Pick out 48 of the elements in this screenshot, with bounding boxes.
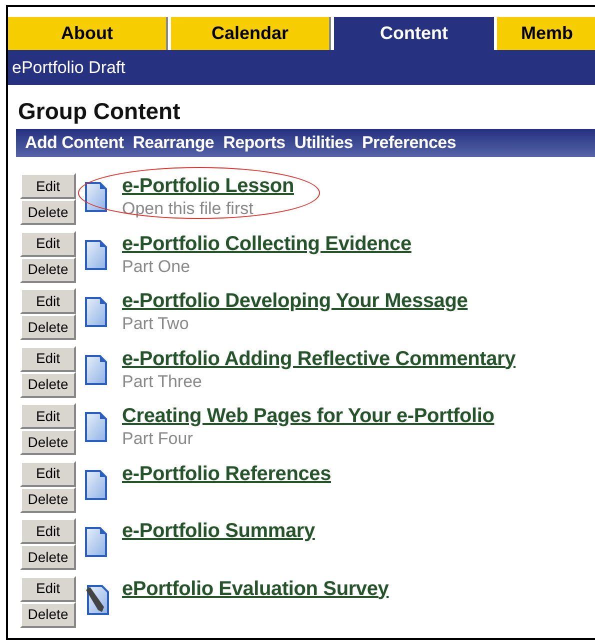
document-icon: [84, 296, 108, 328]
group-name: ePortfolio Draft: [12, 56, 126, 79]
document-icon: [84, 411, 108, 443]
page-heading: Group Content: [17, 97, 180, 125]
edit-button[interactable]: Edit: [20, 403, 76, 429]
edit-button[interactable]: Edit: [20, 288, 76, 314]
item-title-link[interactable]: e-Portfolio Collecting Evidence: [122, 230, 412, 256]
item-title-link[interactable]: Creating Web Pages for Your e-Portfolio: [122, 403, 494, 429]
item-title-link[interactable]: e-Portfolio Summary: [122, 518, 315, 544]
delete-button[interactable]: Delete: [20, 256, 76, 282]
toolbar-link[interactable]: Preferences: [362, 130, 456, 156]
toolbar-link[interactable]: Add Content: [25, 130, 124, 156]
document-icon: [84, 526, 108, 558]
delete-button[interactable]: Delete: [20, 602, 76, 628]
delete-button[interactable]: Delete: [20, 372, 76, 398]
item-description: Part One: [122, 256, 190, 276]
toolbar-link[interactable]: Utilities: [294, 130, 353, 156]
item-description: Part Two: [122, 314, 189, 334]
document-icon: [84, 354, 108, 386]
toolbar-link[interactable]: Rearrange: [132, 130, 214, 156]
document-icon: [84, 181, 108, 213]
item-description: Open this file first: [122, 199, 254, 219]
edit-button[interactable]: Edit: [20, 173, 76, 199]
edit-button[interactable]: Edit: [20, 346, 76, 372]
delete-button[interactable]: Delete: [20, 199, 76, 225]
edit-button[interactable]: Edit: [20, 460, 76, 486]
delete-button[interactable]: Delete: [20, 429, 76, 455]
tab[interactable]: Calendar: [171, 17, 331, 50]
toolbar-link[interactable]: Reports: [223, 130, 286, 156]
tab[interactable]: Memb: [497, 17, 595, 50]
item-title-link[interactable]: e-Portfolio Developing Your Message: [122, 288, 468, 314]
item-title-link[interactable]: e-Portfolio Adding Reflective Commentary: [122, 346, 516, 372]
tab[interactable]: About: [8, 17, 168, 50]
document-icon: [84, 238, 108, 270]
delete-button[interactable]: Delete: [20, 314, 76, 340]
item-title-link[interactable]: ePortfolio Evaluation Survey: [122, 576, 389, 602]
edit-button[interactable]: Edit: [20, 518, 76, 544]
edit-button[interactable]: Edit: [20, 576, 76, 602]
document-icon: [84, 468, 108, 500]
item-description: Part Four: [122, 429, 193, 449]
delete-button[interactable]: Delete: [20, 486, 76, 512]
document-pencil-icon: [84, 584, 110, 616]
item-title-link[interactable]: e-Portfolio Lesson: [122, 173, 294, 199]
item-description: Part Three: [122, 372, 202, 392]
delete-button[interactable]: Delete: [20, 544, 76, 570]
item-title-link[interactable]: e-Portfolio References: [122, 460, 331, 486]
tab[interactable]: Content: [334, 17, 494, 50]
edit-button[interactable]: Edit: [20, 230, 76, 256]
